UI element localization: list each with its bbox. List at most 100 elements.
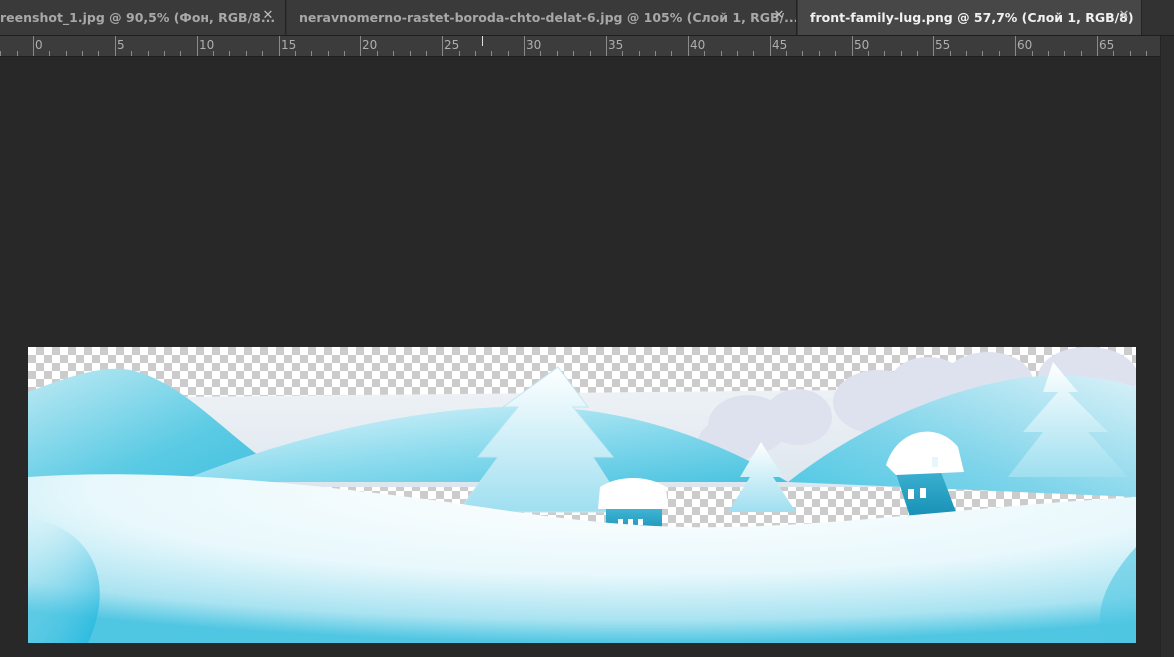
ruler-label: 0	[35, 38, 43, 52]
ruler-tick	[868, 51, 869, 56]
tab-label: front-family-lug.png @ 57,7% (Слой 1, RG…	[810, 10, 1134, 25]
tab-front-family-lug[interactable]: front-family-lug.png @ 57,7% (Слой 1, RG…	[798, 0, 1142, 35]
ruler-tick	[82, 51, 83, 56]
ruler-tick	[639, 51, 640, 56]
ruler-tick	[328, 51, 329, 56]
ruler-tick	[49, 51, 50, 56]
ruler-tick	[229, 51, 230, 56]
ruler-label: 35	[608, 38, 624, 52]
ruler-tick	[1097, 36, 1098, 56]
ruler-tick	[704, 51, 705, 56]
ruler-tick	[966, 51, 967, 56]
ruler-tick	[1032, 51, 1033, 56]
ruler-tick	[295, 51, 296, 56]
ruler-tick	[1064, 51, 1065, 56]
ruler-tick	[524, 36, 525, 56]
ruler-tick	[311, 51, 312, 56]
winter-landscape-image	[28, 347, 1136, 643]
ruler-tick	[688, 36, 689, 56]
ruler-label: 15	[281, 38, 297, 52]
ruler-label: 40	[690, 38, 706, 52]
tab-label: reenshot_1.jpg @ 90,5% (Фон, RGB/8...	[0, 10, 276, 25]
ruler-label: 45	[772, 38, 788, 52]
ruler-tick	[540, 51, 541, 56]
ruler-tick	[753, 51, 754, 56]
ruler-tick	[442, 36, 443, 56]
vertical-scrollbar[interactable]	[1160, 36, 1174, 657]
ruler-tick	[1113, 51, 1114, 56]
ruler-tick	[852, 36, 853, 56]
ruler-tick	[737, 51, 738, 56]
ruler-tick	[131, 51, 132, 56]
ruler-tick	[279, 36, 280, 56]
document-tab-bar: reenshot_1.jpg @ 90,5% (Фон, RGB/8... ✕ …	[0, 0, 1174, 36]
ruler-tick	[426, 51, 427, 56]
ruler-tick	[508, 51, 509, 56]
ruler-tick	[262, 51, 263, 56]
ruler-label: 30	[526, 38, 542, 52]
ruler-tick	[1130, 51, 1131, 56]
ruler-tick	[999, 51, 1000, 56]
ruler-tick	[459, 51, 460, 56]
tab-screenshot[interactable]: reenshot_1.jpg @ 90,5% (Фон, RGB/8... ✕	[0, 0, 286, 35]
ruler-tick	[622, 51, 623, 56]
ruler-tick	[1048, 51, 1049, 56]
ruler-tick	[66, 51, 67, 56]
horizontal-ruler[interactable]: 0 5 10 15 20 25 30 35 40 45 50 55 60 65	[0, 36, 1160, 57]
close-icon[interactable]: ✕	[261, 9, 275, 23]
ruler-tick	[819, 51, 820, 56]
document-canvas[interactable]	[28, 347, 1136, 643]
ruler-tick	[98, 51, 99, 56]
ruler-label: 5	[117, 38, 125, 52]
ruler-tick	[148, 51, 149, 56]
ruler-tick	[180, 51, 181, 56]
ruler-label: 55	[935, 38, 951, 52]
ruler-tick	[213, 51, 214, 56]
ruler-tick	[377, 51, 378, 56]
ruler-tick	[590, 51, 591, 56]
ruler-label: 50	[854, 38, 870, 52]
ruler-tick	[0, 51, 1, 56]
ruler-label: 65	[1099, 38, 1115, 52]
ruler-tick	[410, 51, 411, 56]
ruler-label: 10	[199, 38, 215, 52]
ruler-label: 20	[362, 38, 378, 52]
ruler-tick	[901, 51, 902, 56]
ruler-tick	[802, 51, 803, 56]
ruler-tick	[835, 51, 836, 56]
ruler-label: 60	[1017, 38, 1033, 52]
ruler-tick	[786, 51, 787, 56]
ruler-tick	[721, 51, 722, 56]
ruler-tick	[917, 51, 918, 56]
ruler-tick	[475, 51, 476, 56]
ruler-tick	[197, 36, 198, 56]
ruler-tick	[1146, 51, 1147, 56]
tab-label: neravnomerno-rastet-boroda-chto-delat-6.…	[299, 10, 797, 25]
tab-neravnomerno[interactable]: neravnomerno-rastet-boroda-chto-delat-6.…	[287, 0, 797, 35]
close-icon[interactable]: ✕	[772, 9, 786, 23]
ruler-tick	[1081, 51, 1082, 56]
ruler-tick	[344, 51, 345, 56]
ruler-tick	[671, 51, 672, 56]
ruler-tick	[115, 36, 116, 56]
ruler-tick	[770, 36, 771, 56]
ruler-tick	[573, 51, 574, 56]
ruler-tick	[982, 51, 983, 56]
ruler-tick	[1015, 36, 1016, 56]
ruler-tick	[884, 51, 885, 56]
ruler-label: 25	[444, 38, 460, 52]
ruler-tick	[33, 36, 34, 56]
close-icon[interactable]: ✕	[1117, 9, 1131, 23]
ruler-tick	[933, 36, 934, 56]
ruler-tick	[655, 51, 656, 56]
ruler-tick	[606, 36, 607, 56]
ruler-tick	[17, 51, 18, 56]
ruler-tick	[491, 51, 492, 56]
ruler-tick	[557, 51, 558, 56]
ruler-tick	[246, 51, 247, 56]
ruler-tick	[950, 51, 951, 56]
ruler-tick	[393, 51, 394, 56]
ruler-tick	[360, 36, 361, 56]
ruler-tick	[164, 51, 165, 56]
ruler-cursor-marker	[482, 36, 483, 46]
